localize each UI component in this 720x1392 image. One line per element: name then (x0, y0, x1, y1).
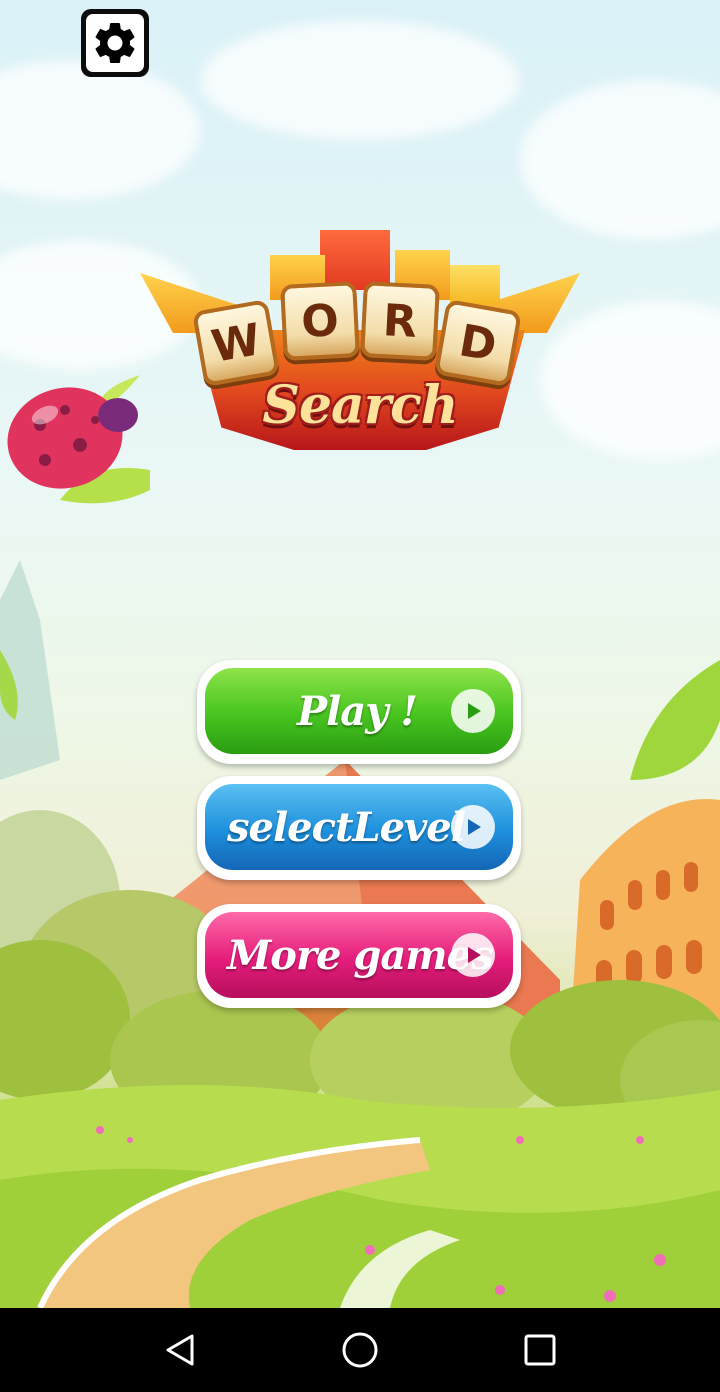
play-button-face: Play ! (205, 668, 513, 754)
logo-tile: D (433, 298, 523, 388)
settings-button[interactable] (81, 9, 149, 77)
gear-icon (95, 22, 135, 63)
nav-home-button[interactable] (338, 1328, 382, 1372)
logo-skyline (450, 265, 500, 305)
play-arrow-icon (451, 805, 495, 849)
play-button[interactable]: Play ! (197, 660, 521, 764)
select-level-button[interactable]: selectLevel (197, 776, 521, 880)
home-circle-icon (342, 1332, 378, 1368)
select-level-button-label: selectLevel (227, 803, 466, 851)
recents-square-icon (524, 1334, 556, 1366)
logo-tile: O (280, 281, 360, 361)
scenery (0, 560, 720, 1308)
play-arrow-icon (451, 689, 495, 733)
logo-tile: W (191, 298, 281, 388)
leaf (630, 660, 720, 780)
nav-back-button[interactable] (158, 1328, 202, 1372)
game-screen: W O R D Search Play ! selectLevel More g… (0, 0, 720, 1392)
play-arrow-icon (451, 933, 495, 977)
word-search-logo: W O R D Search (140, 225, 580, 465)
select-level-button-face: selectLevel (205, 784, 513, 870)
play-button-label: Play ! (297, 687, 418, 735)
logo-subtitle: Search (262, 375, 458, 436)
logo-tile: R (360, 281, 440, 361)
more-games-button-face: More games (205, 912, 513, 998)
system-navigation-bar (0, 1308, 720, 1392)
game-menu-background: W O R D Search Play ! selectLevel More g… (0, 0, 720, 1308)
ladybug-decoration (7, 375, 150, 504)
back-triangle-icon (166, 1334, 194, 1366)
more-games-button[interactable]: More games (197, 904, 521, 1008)
settings-button-face (86, 14, 144, 72)
nav-recents-button[interactable] (518, 1328, 562, 1372)
